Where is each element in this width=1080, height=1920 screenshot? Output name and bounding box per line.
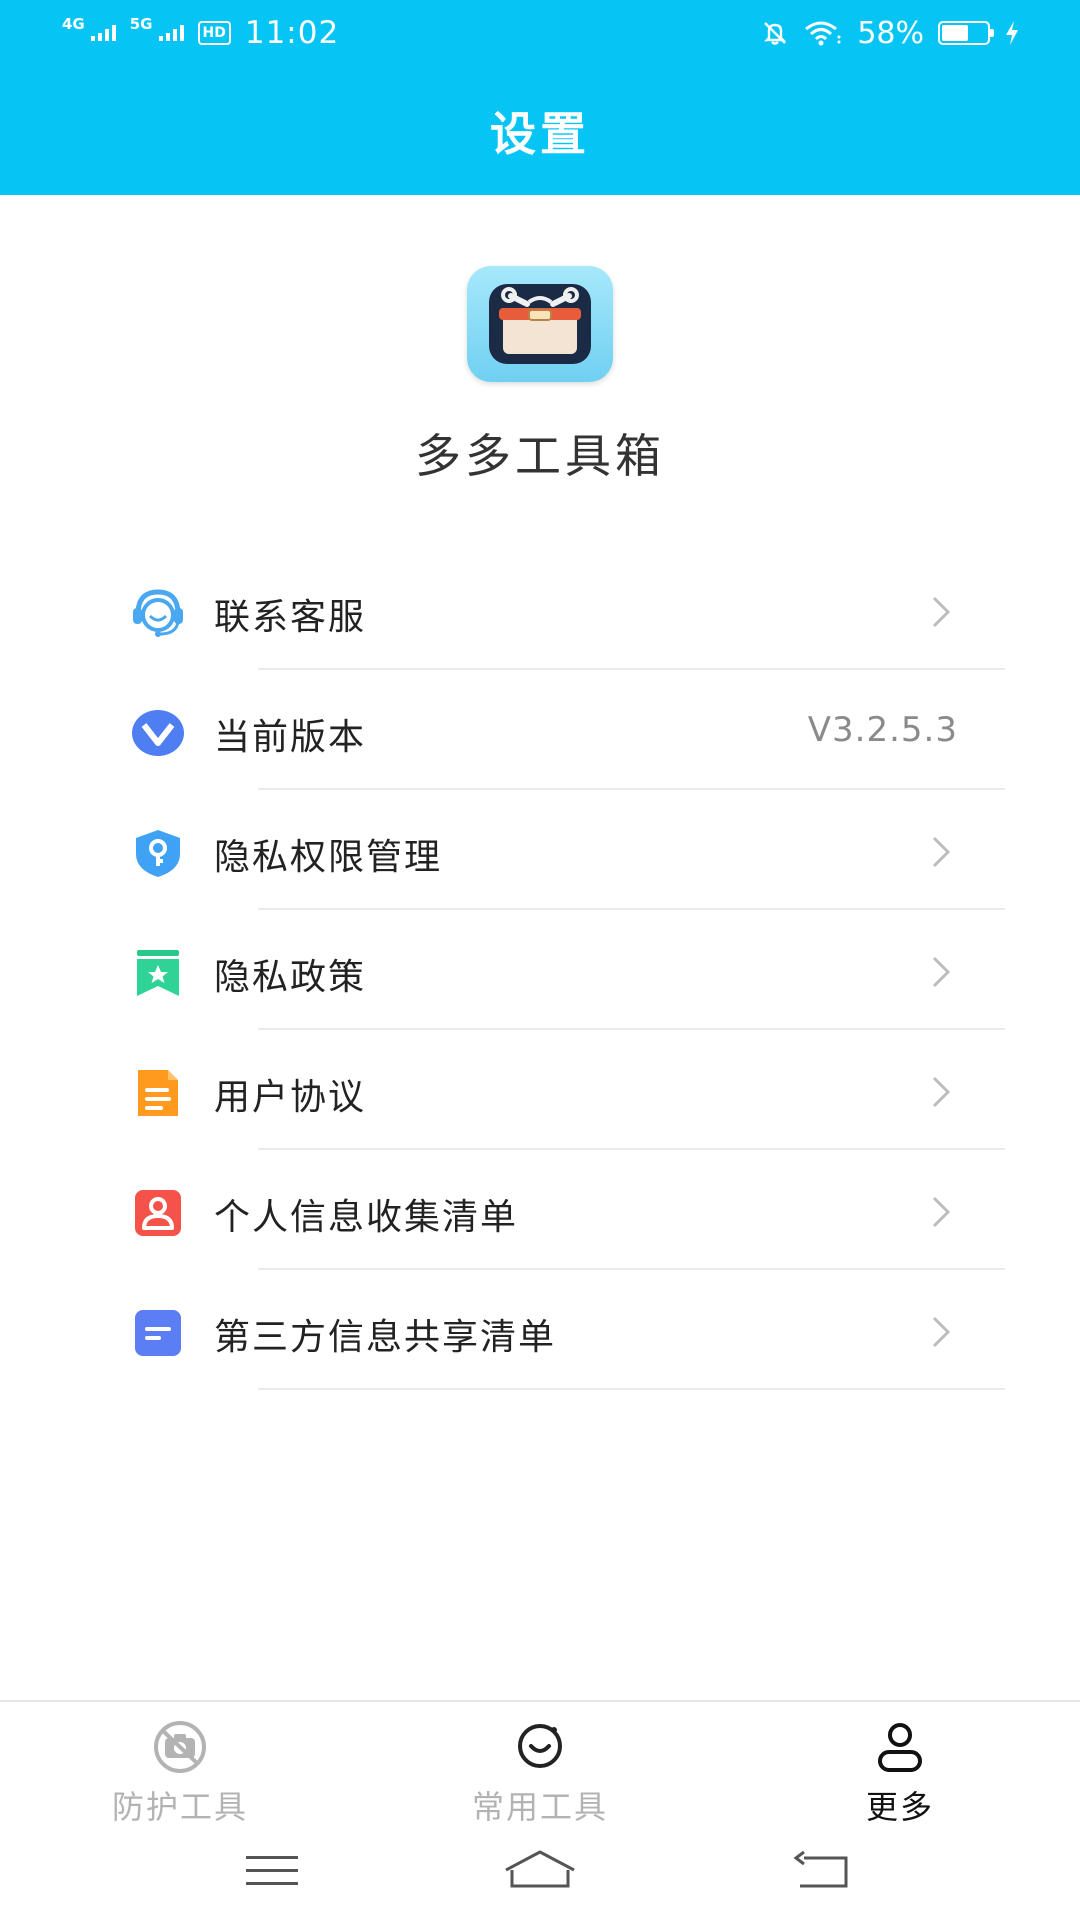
tab-more[interactable]: 更多 — [750, 1702, 1050, 1826]
home-icon[interactable] — [490, 1840, 590, 1900]
menu-item-privacy-permissions[interactable]: 隐私权限管理 — [0, 790, 1080, 910]
bookmark-star-icon — [137, 950, 179, 996]
menu-item-version[interactable]: 当前版本 V3.2.5.3 — [0, 670, 1080, 790]
battery-percent: 58% — [857, 15, 924, 51]
tab-protection-tools[interactable]: 防护工具 — [30, 1702, 330, 1826]
tab-common-tools[interactable]: 常用工具 — [390, 1702, 690, 1826]
wifi-icon — [805, 21, 841, 46]
system-nav-bar — [0, 1820, 1080, 1920]
status-bar: 4G 5G HD 11:02 58% — [0, 0, 1080, 66]
app-header: 4G 5G HD 11:02 58% 设置 — [0, 0, 1080, 195]
page-title: 设置 — [490, 107, 590, 161]
user-icon — [878, 1723, 922, 1772]
version-icon — [132, 710, 184, 756]
chevron-right-icon — [932, 1196, 951, 1228]
signal-icon — [158, 25, 184, 41]
bottom-tab-bar: 防护工具 常用工具 更多 — [0, 1700, 1080, 1826]
menu-item-customer-service[interactable]: 联系客服 — [0, 550, 1080, 670]
back-icon[interactable] — [772, 1840, 872, 1900]
battery-icon — [938, 21, 994, 45]
chevron-right-icon — [932, 1316, 951, 1348]
menu-item-label: 隐私权限管理 — [214, 837, 443, 878]
menu-item-label: 当前版本 — [214, 717, 367, 758]
hd-badge: HD — [197, 21, 231, 45]
shield-key-icon — [136, 830, 180, 877]
chevron-right-icon — [932, 836, 951, 868]
status-right: 58% — [761, 14, 1020, 52]
person-icon — [135, 1190, 181, 1236]
list-icon — [135, 1310, 181, 1356]
menu-item-personal-info-list[interactable]: 个人信息收集清单 — [0, 1150, 1080, 1270]
menu-item-label: 隐私政策 — [214, 957, 367, 998]
app-name: 多多工具箱 — [415, 429, 665, 483]
menu-item-label: 用户协议 — [214, 1077, 367, 1118]
menu-icon[interactable] — [222, 1840, 322, 1900]
status-time: 11:02 — [244, 15, 340, 51]
smile-icon — [518, 1724, 562, 1768]
charging-icon — [1006, 21, 1018, 45]
menu-item-third-party-sharing[interactable]: 第三方信息共享清单 — [0, 1270, 1080, 1390]
chevron-right-icon — [932, 956, 951, 988]
mute-bell-icon — [764, 22, 787, 45]
chevron-right-icon — [932, 1076, 951, 1108]
divider — [258, 1388, 1005, 1390]
network-label-4g: 4G — [62, 14, 85, 33]
menu-item-user-agreement[interactable]: 用户协议 — [0, 1030, 1080, 1150]
status-left: 4G 5G HD 11:02 — [62, 14, 339, 52]
app-logo — [467, 266, 613, 382]
customer-service-icon — [133, 589, 183, 637]
signal-icon — [90, 25, 116, 41]
no-camera-icon — [154, 1721, 206, 1773]
battery-level — [942, 25, 968, 41]
network-label-5g: 5G — [129, 14, 153, 33]
menu-item-privacy-policy[interactable]: 隐私政策 — [0, 910, 1080, 1030]
menu-item-label: 联系客服 — [214, 597, 367, 638]
menu-item-label: 个人信息收集清单 — [214, 1197, 519, 1238]
toolbox-icon — [489, 284, 591, 364]
document-icon — [138, 1070, 178, 1116]
menu-item-label: 第三方信息共享清单 — [214, 1317, 557, 1358]
version-value: V3.2.5.3 — [807, 710, 958, 750]
chevron-right-icon — [932, 596, 951, 628]
